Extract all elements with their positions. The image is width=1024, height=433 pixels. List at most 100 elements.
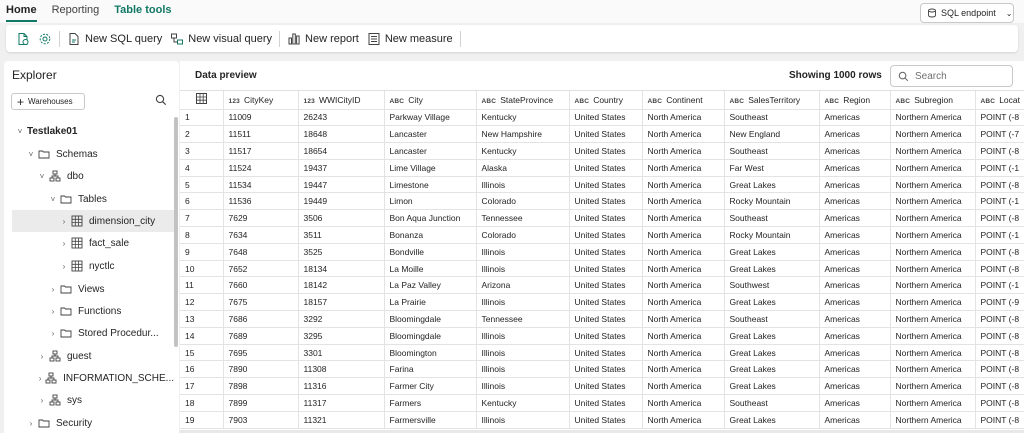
table-cell[interactable]: 3295 (298, 327, 385, 345)
row-number-cell[interactable]: 9 (180, 243, 224, 261)
table-cell[interactable]: New Hampshire (476, 125, 570, 144)
table-cell[interactable]: 11511 (223, 125, 299, 144)
table-cell[interactable]: Americas (819, 209, 891, 228)
row-number-cell[interactable]: 11 (180, 276, 224, 295)
table-cell[interactable]: Southeast (724, 310, 820, 328)
table-cell[interactable]: Northern America (890, 344, 976, 362)
table-cell[interactable]: POINT (-1 (975, 159, 1024, 177)
table-cell[interactable]: 19449 (298, 192, 385, 211)
table-cell[interactable]: United States (569, 159, 643, 177)
table-cell[interactable]: 19447 (298, 176, 385, 194)
chevron-right-icon[interactable]: › (38, 396, 46, 405)
column-header-country[interactable]: ABC Country (569, 91, 643, 110)
table-cell[interactable]: United States (569, 394, 643, 412)
tab-home[interactable]: Home (6, 3, 37, 22)
table-row[interactable]: 1 11009 26243 Parkway Village Kentucky United… (180, 109, 1024, 127)
table-cell[interactable]: Limestone (384, 176, 477, 194)
table-cell[interactable]: POINT (-7 (975, 125, 1024, 144)
get-data-button[interactable] (12, 28, 34, 50)
table-cell[interactable]: 11517 (223, 142, 299, 160)
table-cell[interactable]: Northern America (890, 411, 976, 429)
table-cell[interactable]: Parkway Village (384, 109, 477, 127)
table-cell[interactable]: 26243 (298, 109, 385, 127)
table-row[interactable]: 15 7695 3301 Bloomington Illinois United Stat… (180, 344, 1024, 362)
table-cell[interactable]: United States (569, 125, 643, 144)
table-cell[interactable]: 3506 (298, 209, 385, 228)
table-cell[interactable]: Northern America (890, 260, 976, 278)
tab-table-tools[interactable]: Table tools (114, 3, 171, 22)
table-cell[interactable]: 7890 (223, 360, 299, 379)
chevron-down-icon[interactable]: ˅ (16, 127, 24, 136)
table-row[interactable]: 17 7898 11316 Farmer City Illinois United Sta… (180, 377, 1024, 396)
table-row[interactable]: 16 7890 11308 Farina Illinois United States No… (180, 360, 1024, 379)
table-row[interactable]: 18 7899 11317 Farmers Kentucky United States N… (180, 394, 1024, 412)
table-cell[interactable]: Great Lakes (724, 360, 820, 379)
table-cell[interactable]: 18157 (298, 293, 385, 312)
table-cell[interactable]: 3511 (298, 226, 385, 244)
table-cell[interactable]: 11534 (223, 176, 299, 194)
table-cell[interactable]: Farmers (384, 394, 477, 412)
row-number-cell[interactable]: 19 (180, 411, 224, 429)
table-cell[interactable]: 7675 (223, 293, 299, 312)
table-cell[interactable]: 3301 (298, 344, 385, 362)
tab-reporting[interactable]: Reporting (52, 3, 100, 22)
table-cell[interactable]: Southeast (724, 142, 820, 160)
table-cell[interactable]: Farmersville (384, 411, 477, 429)
table-cell[interactable]: La Paz Valley (384, 276, 477, 295)
table-cell[interactable]: Americas (819, 159, 891, 177)
table-cell[interactable]: POINT (-9 (975, 293, 1024, 312)
table-cell[interactable]: North America (642, 394, 725, 412)
table-cell[interactable]: Rocky Mountain (724, 226, 820, 244)
table-cell[interactable]: 11536 (223, 192, 299, 211)
table-cell[interactable]: Americas (819, 142, 891, 160)
table-cell[interactable]: 11316 (298, 377, 385, 396)
table-cell[interactable]: Northern America (890, 159, 976, 177)
table-cell[interactable]: United States (569, 209, 643, 228)
table-cell[interactable]: Americas (819, 226, 891, 244)
table-cell[interactable]: La Moille (384, 260, 477, 278)
table-cell[interactable]: North America (642, 276, 725, 295)
table-cell[interactable]: 7898 (223, 377, 299, 396)
tree-item-schemas[interactable]: ˅ Schemas (4, 143, 174, 165)
table-cell[interactable]: North America (642, 226, 725, 244)
row-number-cell[interactable]: 6 (180, 192, 224, 211)
table-cell[interactable]: Illinois (476, 293, 570, 312)
column-header-locat[interactable]: ABC Locat (975, 91, 1024, 110)
table-cell[interactable]: POINT (-1 (975, 192, 1024, 211)
table-cell[interactable]: 18142 (298, 276, 385, 295)
table-cell[interactable]: Great Lakes (724, 344, 820, 362)
table-cell[interactable]: North America (642, 344, 725, 362)
table-cell[interactable]: North America (642, 159, 725, 177)
table-cell[interactable]: Americas (819, 394, 891, 412)
table-cell[interactable]: Bloomingdale (384, 327, 477, 345)
table-cell[interactable]: Illinois (476, 327, 570, 345)
table-cell[interactable]: United States (569, 226, 643, 244)
table-cell[interactable]: Farmer City (384, 377, 477, 396)
table-cell[interactable]: Kentucky (476, 394, 570, 412)
table-cell[interactable]: Americas (819, 411, 891, 429)
preview-search-input[interactable]: Search (890, 65, 1013, 87)
table-cell[interactable]: POINT (-8 (975, 310, 1024, 328)
table-cell[interactable]: United States (569, 310, 643, 328)
table-row[interactable]: 13 7686 3292 Bloomingdale Tennessee United St… (180, 310, 1024, 328)
table-cell[interactable]: Northern America (890, 293, 976, 312)
row-number-cell[interactable]: 1 (180, 109, 224, 127)
table-cell[interactable]: United States (569, 192, 643, 211)
table-cell[interactable]: North America (642, 192, 725, 211)
table-cell[interactable]: United States (569, 142, 643, 160)
table-cell[interactable]: Americas (819, 109, 891, 127)
table-cell[interactable]: Northern America (890, 394, 976, 412)
chevron-down-icon[interactable]: ˅ (49, 195, 57, 204)
table-row[interactable]: 7 7629 3506 Bon Aqua Junction Tennessee Unite… (180, 209, 1024, 228)
table-cell[interactable]: Tennessee (476, 310, 570, 328)
table-row[interactable]: 12 7675 18157 La Prairie Illinois United Stat… (180, 293, 1024, 312)
table-cell[interactable]: United States (569, 260, 643, 278)
table-cell[interactable]: 7629 (223, 209, 299, 228)
table-cell[interactable]: 7689 (223, 327, 299, 345)
table-cell[interactable]: POINT (-8 (975, 360, 1024, 379)
tree-item-stored-procedur[interactable]: › Stored Procedur... (4, 322, 174, 344)
table-cell[interactable]: 7899 (223, 394, 299, 412)
table-cell[interactable]: Americas (819, 327, 891, 345)
table-cell[interactable]: 7903 (223, 411, 299, 429)
table-cell[interactable]: Great Lakes (724, 377, 820, 396)
